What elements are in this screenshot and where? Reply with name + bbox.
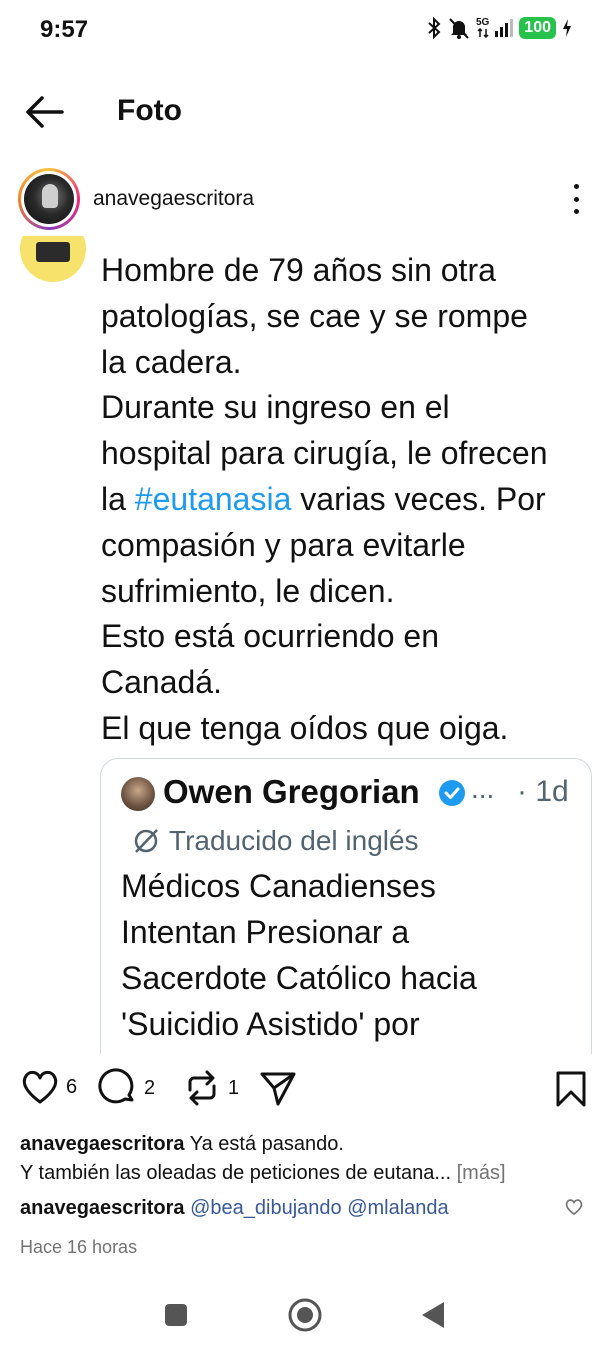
status-time: 9:57	[40, 16, 89, 43]
quoted-author-name: Owen Gregorian	[163, 773, 420, 810]
tweet-hashtag: #eutanasia	[134, 480, 292, 517]
tweet-text-part-2: varias veces. Por compasión y para evita…	[101, 480, 546, 746]
tweet-author-avatar	[20, 236, 86, 282]
like-button[interactable]: 6	[20, 1068, 77, 1106]
repost-count: 1	[228, 1076, 240, 1099]
author-username[interactable]: anavegaescritora	[93, 187, 254, 211]
bookmark-icon	[556, 1071, 586, 1107]
data-arrows-icon	[477, 28, 489, 38]
back-button[interactable]	[22, 92, 66, 132]
comment-username[interactable]: anavegaescritora	[20, 1197, 185, 1219]
share-button[interactable]	[258, 1068, 298, 1108]
caption-more-link[interactable]: [más]	[457, 1162, 506, 1184]
network-type: 5G	[475, 17, 490, 28]
heart-icon	[565, 1199, 583, 1215]
heart-icon	[22, 1070, 58, 1104]
post-author-row: anavegaescritora	[0, 166, 610, 232]
post-caption: anavegaescritora Ya está pasando. Y tamb…	[20, 1130, 590, 1188]
save-button[interactable]	[554, 1070, 588, 1113]
quoted-tweet-text: Médicos Canadienses Intentan Presionar a…	[121, 868, 477, 1042]
post-actions: 6 2 1	[0, 1068, 610, 1112]
verified-badge-icon	[439, 780, 465, 806]
triangle-back-icon	[422, 1302, 444, 1328]
do-not-disturb-icon	[449, 18, 469, 39]
tweet-text: Hombre de 79 años sin otra patologías, s…	[101, 248, 596, 752]
home-circle-icon	[288, 1298, 322, 1332]
quoted-name-ellipsis: ...	[471, 773, 495, 804]
bluetooth-icon	[428, 16, 441, 40]
page-title: Foto	[117, 94, 182, 127]
status-bar: 9:57 5G 100	[0, 0, 610, 60]
translated-text: Traducido del inglés	[169, 825, 419, 856]
battery-icon: 100	[519, 17, 556, 39]
caption-line-2: Y también las oleadas de peticiones de e…	[20, 1162, 452, 1184]
repost-button[interactable]: 1	[182, 1068, 239, 1108]
comment-button[interactable]: 2	[98, 1068, 155, 1108]
quoted-tweet-card: Owen Gregorian ... · 1d Traducido del in…	[100, 758, 592, 1054]
caption-line-1: Ya está pasando.	[189, 1133, 344, 1155]
status-icons: 5G 100	[426, 16, 572, 40]
square-icon	[165, 1304, 187, 1326]
avatar-image	[24, 174, 74, 224]
header: Foto	[0, 86, 610, 138]
post-photo[interactable]: Hombre de 79 años sin otra patologías, s…	[0, 236, 610, 1054]
quoted-author-avatar	[121, 777, 155, 811]
signal-icon	[495, 19, 514, 37]
network-indicator: 5G	[476, 18, 489, 38]
home-button[interactable]	[286, 1296, 324, 1339]
comment-count: 2	[144, 1076, 156, 1099]
comment-preview: anavegaescritora @bea_dibujando @mlaland…	[20, 1197, 560, 1220]
comment-mentions[interactable]: @bea_dibujando @mlalanda	[190, 1197, 449, 1219]
translate-icon	[134, 829, 158, 853]
tweet-text-part-1: Hombre de 79 años sin otra patologías, s…	[101, 252, 548, 517]
translated-label: Traducido del inglés	[131, 825, 419, 857]
post-timestamp: Hace 16 horas	[20, 1237, 138, 1257]
send-icon	[260, 1072, 296, 1106]
cropped-text-line	[100, 236, 460, 240]
caption-username[interactable]: anavegaescritora	[20, 1133, 185, 1155]
system-nav-bar	[0, 1290, 610, 1340]
more-options-icon[interactable]	[570, 184, 582, 214]
repost-icon	[188, 1070, 216, 1106]
arrow-left-icon	[26, 96, 64, 128]
comment-like-button[interactable]	[564, 1198, 584, 1221]
author-avatar[interactable]	[18, 168, 80, 230]
back-nav-button[interactable]	[420, 1300, 446, 1335]
comment-icon	[98, 1068, 134, 1104]
quoted-time: · 1d	[517, 775, 569, 808]
recents-button[interactable]	[163, 1302, 189, 1333]
charging-icon	[563, 19, 571, 37]
like-count: 6	[66, 1075, 78, 1098]
